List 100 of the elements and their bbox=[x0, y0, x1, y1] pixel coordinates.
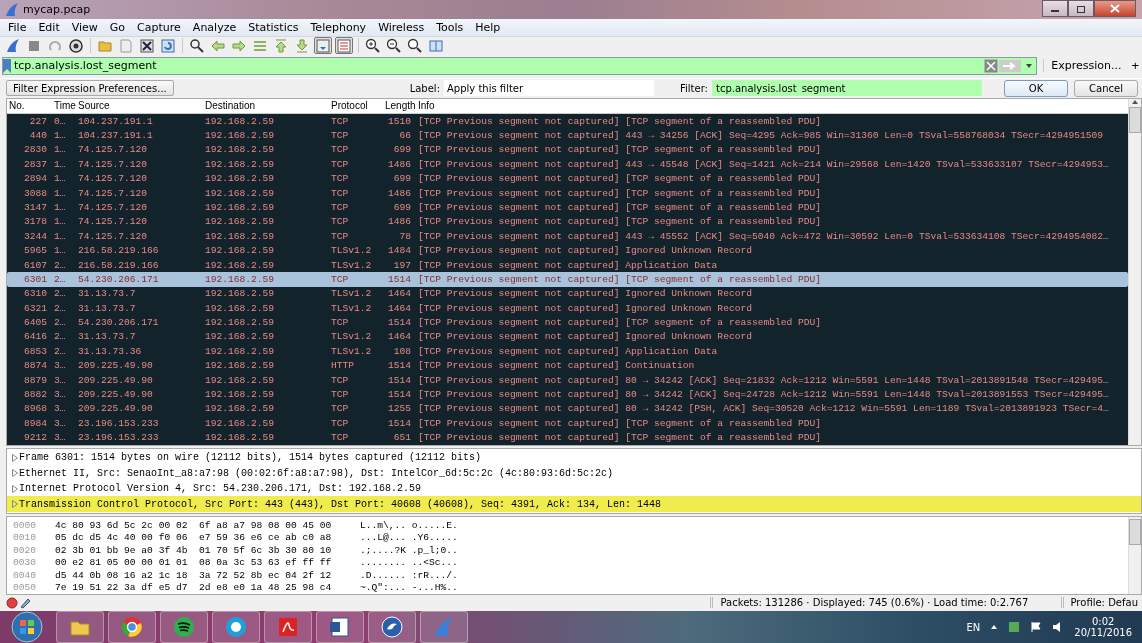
packet-row[interactable]: 2837 1… 74.125.7.120 192.168.2.59 TCP 1486 [TCP Previous segment not captured] 443 → 45548 [ACK] Seq=1421 Ack=214 Win=29568 Len=1420 TSval=533633107 TSecr=4294953… bbox=[7, 157, 1128, 172]
search-icon[interactable] bbox=[189, 38, 205, 54]
show-hidden-icons-icon[interactable] bbox=[990, 624, 999, 630]
start-orb-icon[interactable] bbox=[11, 611, 43, 643]
packet-row[interactable]: 8879 3… 209.225.49.90 192.168.2.59 TCP 1514 [TCP Previous segment not captured] 80 → 34242 [ACK] Seq=21832 Ack=1212 Win=5591 Len=1448 TSval=2013891548 TSecr=429495… bbox=[7, 372, 1128, 388]
packet-row[interactable]: 6321 2… 31.13.73.7 192.168.2.59 TLSv1.2 1464 [TCP Previous segment not captured] Ignored Unknown Record bbox=[7, 301, 1128, 316]
column-header[interactable]: No. bbox=[7, 100, 25, 112]
table-cell-text: 31.13.73.36 bbox=[77, 345, 143, 357]
bird-icon[interactable] bbox=[380, 615, 404, 639]
browser-icon[interactable] bbox=[120, 615, 144, 639]
first-packet-icon[interactable] bbox=[273, 38, 289, 54]
add-filter-button[interactable]: + bbox=[1128, 58, 1142, 74]
resize-columns-icon[interactable] bbox=[428, 38, 444, 54]
table-cell-text: 1486 bbox=[386, 216, 412, 228]
label-field[interactable]: Apply this filter bbox=[444, 80, 655, 97]
packet-row[interactable]: 9212 3… 23.196.153.233 192.168.2.59 TCP 651 [TCP Previous segment not captured] [TCP segment of a reassembled PDU] bbox=[7, 430, 1128, 445]
bookmark-icon[interactable] bbox=[3, 59, 11, 73]
menu-item[interactable]: Edit bbox=[32, 20, 66, 34]
zoom-in-icon[interactable] bbox=[365, 38, 381, 54]
menu-item[interactable]: View bbox=[65, 20, 104, 34]
table-cell-text: 2… bbox=[53, 259, 67, 271]
packet-row[interactable]: 3147 1… 74.125.7.120 192.168.2.59 TCP 699 [TCP Previous segment not captured] [TCP segment of a reassembled PDU] bbox=[7, 200, 1128, 215]
packet-row[interactable]: 6416 2… 31.13.73.7 192.168.2.59 TLSv1.2 1464 [TCP Previous segment not captured] Ignored Unknown Record bbox=[7, 329, 1128, 345]
table-cell-text: TCP bbox=[330, 417, 350, 429]
flag-icon[interactable] bbox=[1030, 621, 1043, 633]
column-header[interactable]: Info bbox=[416, 100, 435, 112]
packet-row[interactable]: 6405 2… 54.230.206.171 192.168.2.59 TCP 1514 [TCP Previous segment not captured] [TCP segment of a reassembled PDU] bbox=[7, 315, 1128, 330]
close-button[interactable] bbox=[1094, 0, 1136, 17]
colorize-button[interactable] bbox=[335, 37, 353, 55]
menu-item[interactable]: Go bbox=[103, 20, 132, 34]
language-indicator[interactable]: EN bbox=[966, 621, 981, 633]
packet-row[interactable]: 3178 1… 74.125.7.120 192.168.2.59 TCP 1486 [TCP Previous segment not captured] [TCP segment of a reassembled PDU] bbox=[7, 214, 1128, 230]
column-header[interactable]: Source bbox=[76, 100, 110, 112]
table-cell-text: 209.225.49.90 bbox=[77, 389, 154, 401]
menu-item[interactable]: File bbox=[2, 20, 33, 34]
preferences-button[interactable]: Filter Expression Preferences... bbox=[6, 80, 174, 97]
packet-row[interactable]: 6301 2… 54.230.206.171 192.168.2.59 TCP 1514 [TCP Previous segment not captured] [TCP segment of a reassembled PDU] bbox=[7, 272, 1128, 287]
packet-row[interactable]: 8874 3… 209.225.49.90 192.168.2.59 HTTP 1514 [TCP Previous segment not captured] Continuation bbox=[7, 358, 1128, 373]
ok-button[interactable]: OK bbox=[1004, 79, 1068, 97]
scrollbar-thumb[interactable] bbox=[1129, 518, 1141, 545]
packet-row[interactable]: 5965 1… 216.58.219.166 192.168.2.59 TLSv1.2 1484 [TCP Previous segment not captured] Ignored Unknown Record bbox=[7, 243, 1128, 258]
pdf-icon[interactable] bbox=[276, 615, 300, 639]
cancel-button[interactable]: Cancel bbox=[1074, 79, 1138, 97]
filter-field[interactable]: tcp.analysis.lost_segment bbox=[712, 80, 982, 97]
table-cell-text: TLSv1.2 bbox=[330, 331, 373, 343]
autoscroll-button[interactable] bbox=[314, 37, 332, 55]
back-arrow-icon[interactable] bbox=[210, 38, 226, 54]
packet-row[interactable]: 2830 1… 74.125.7.120 192.168.2.59 TCP 699 [TCP Previous segment not captured] [TCP segment of a reassembled PDU] bbox=[7, 142, 1128, 158]
last-packet-icon[interactable] bbox=[294, 38, 310, 54]
filter-toolbar-field[interactable]: tcp.analysis.lost_segment bbox=[2, 57, 1038, 75]
packet-row[interactable]: 227 0… 104.237.191.1 192.168.2.59 TCP 1510 [TCP Previous segment not captured] [TCP segment of a reassembled PDU] bbox=[7, 113, 1128, 129]
column-header[interactable]: Protocol bbox=[329, 100, 368, 112]
stop-icon[interactable] bbox=[26, 38, 42, 54]
packet-row[interactable]: 8984 3… 23.196.153.233 192.168.2.59 TCP 1514 [TCP Previous segment not captured] [TCP segment of a reassembled PDU] bbox=[7, 416, 1128, 431]
packet-row[interactable]: 8882 3… 209.225.49.90 192.168.2.59 TCP 1514 [TCP Previous segment not captured] 80 → 34242 [ACK] Seq=24728 Ack=1212 Win=5591 Len=1448 TSval=2013891553 TSecr=429495… bbox=[7, 387, 1128, 402]
clear-icon[interactable] bbox=[984, 59, 999, 73]
tree-item[interactable]: Frame 6301: 1514 bytes on wire (12112 bits), 1514 bytes captured (12112 bits) bbox=[7, 449, 1141, 466]
clock-time[interactable]: 0:02 bbox=[1091, 616, 1115, 627]
maximize-button[interactable] bbox=[1068, 0, 1094, 17]
column-header[interactable]: Destination bbox=[203, 100, 256, 112]
packet-row[interactable]: 3244 1… 74.125.7.120 192.168.2.59 TCP 78 [TCP Previous segment not captured] 443 → 45552 [ACK] Seq=5040 Ack=472 Win=30592 Len=0 TSval=533634108 TSecr=4294954082… bbox=[7, 229, 1128, 244]
packet-row[interactable]: 3088 1… 74.125.7.120 192.168.2.59 TCP 1486 [TCP Previous segment not captured] [TCP segment of a reassembled PDU] bbox=[7, 185, 1128, 201]
forward-arrow-icon[interactable] bbox=[231, 38, 247, 54]
menu-item[interactable]: Telephony bbox=[304, 20, 373, 34]
table-cell-text: 699 bbox=[392, 201, 412, 213]
menu-item[interactable]: Help bbox=[469, 20, 507, 34]
menu-item[interactable]: Statistics bbox=[242, 20, 305, 34]
scrollbar-thumb[interactable] bbox=[1129, 106, 1141, 133]
expression-button[interactable]: Expression... bbox=[1043, 59, 1129, 73]
tree-item[interactable]: Internet Protocol Version 4, Src: 54.230.206.171, Dst: 192.168.2.59 bbox=[7, 480, 1141, 497]
menu-item[interactable]: Analyze bbox=[186, 20, 243, 34]
zoom-reset-icon[interactable] bbox=[407, 38, 423, 54]
network-icon[interactable] bbox=[1008, 621, 1021, 633]
table-cell-text: TLSv1.2 bbox=[330, 345, 373, 357]
hex-bytes: 05 dc d5 4c 40 00 f0 06 e7 59 36 e6 ce ab c0 a8 bbox=[54, 532, 333, 544]
menu-item[interactable]: Wireless bbox=[372, 20, 431, 34]
packet-row[interactable]: 2894 1… 74.125.7.120 192.168.2.59 TCP 699 [TCP Previous segment not captured] [TCP segment of a reassembled PDU] bbox=[7, 171, 1128, 186]
packet-row[interactable]: 8968 3… 209.225.49.90 192.168.2.59 TCP 1255 [TCP Previous segment not captured] 80 → 34242 [PSH, ACK] Seq=30520 Ack=1212 Win=5591 Len=1189 TSval=2013891923 TSecr=4… bbox=[7, 401, 1128, 417]
minimize-button[interactable] bbox=[1042, 0, 1068, 17]
profile-text[interactable]: Profile: Defau bbox=[1060, 597, 1142, 609]
clock-date[interactable]: 20/11/2016 bbox=[1074, 627, 1132, 638]
close-file-icon[interactable] bbox=[139, 38, 155, 54]
reload-icon[interactable] bbox=[160, 38, 176, 54]
packet-row[interactable]: 6310 2… 31.13.73.7 192.168.2.59 TLSv1.2 1464 [TCP Previous segment not captured] Ignored Unknown Record bbox=[7, 286, 1128, 301]
music-icon[interactable] bbox=[172, 615, 196, 639]
table-cell-text: [TCP Previous segment not captured] [TCP segment of a reassembled PDU] bbox=[417, 201, 822, 213]
column-header[interactable]: Length bbox=[383, 100, 416, 112]
document-icon[interactable] bbox=[328, 615, 352, 639]
menu-item[interactable]: Tools bbox=[430, 20, 470, 34]
menu-item[interactable]: Capture bbox=[131, 20, 187, 34]
packet-row[interactable]: 6107 2… 216.58.219.166 192.168.2.59 TLSv1.2 197 [TCP Previous segment not captured] Application Data bbox=[7, 257, 1128, 273]
zoom-out-icon[interactable] bbox=[386, 38, 402, 54]
shark-fin-icon[interactable] bbox=[5, 38, 21, 54]
packet-row[interactable]: 440 1… 104.237.191.1 192.168.2.59 TCP 66 [TCP Previous segment not captured] 443 → 34256 [ACK] Seq=4295 Ack=985 Win=31360 Len=0 TSval=558768034 TSecr=4294951509 bbox=[7, 128, 1128, 143]
tree-item[interactable]: Ethernet II, Src: SenaoInt_a8:a7:98 (00:02:6f:a8:a7:98), Dst: IntelCor_6d:5c:2c (4c:80:93:6d:5c:2c) bbox=[7, 465, 1141, 481]
tree-item[interactable]: Transmission Control Protocol, Src Port: 443 (443), Dst Port: 40608 (40608), Seq: 4391, Ack: 134, Len: 1448 bbox=[7, 496, 1141, 512]
display-filter-field[interactable]: tcp.analysis.lost_segment bbox=[11, 59, 985, 73]
packet-row[interactable]: 6853 2… 31.13.73.36 192.168.2.59 TLSv1.2 108 [TCP Previous segment not captured] Application Data bbox=[7, 344, 1128, 359]
column-header[interactable]: Time bbox=[52, 100, 76, 112]
record-icon[interactable] bbox=[6, 596, 18, 609]
